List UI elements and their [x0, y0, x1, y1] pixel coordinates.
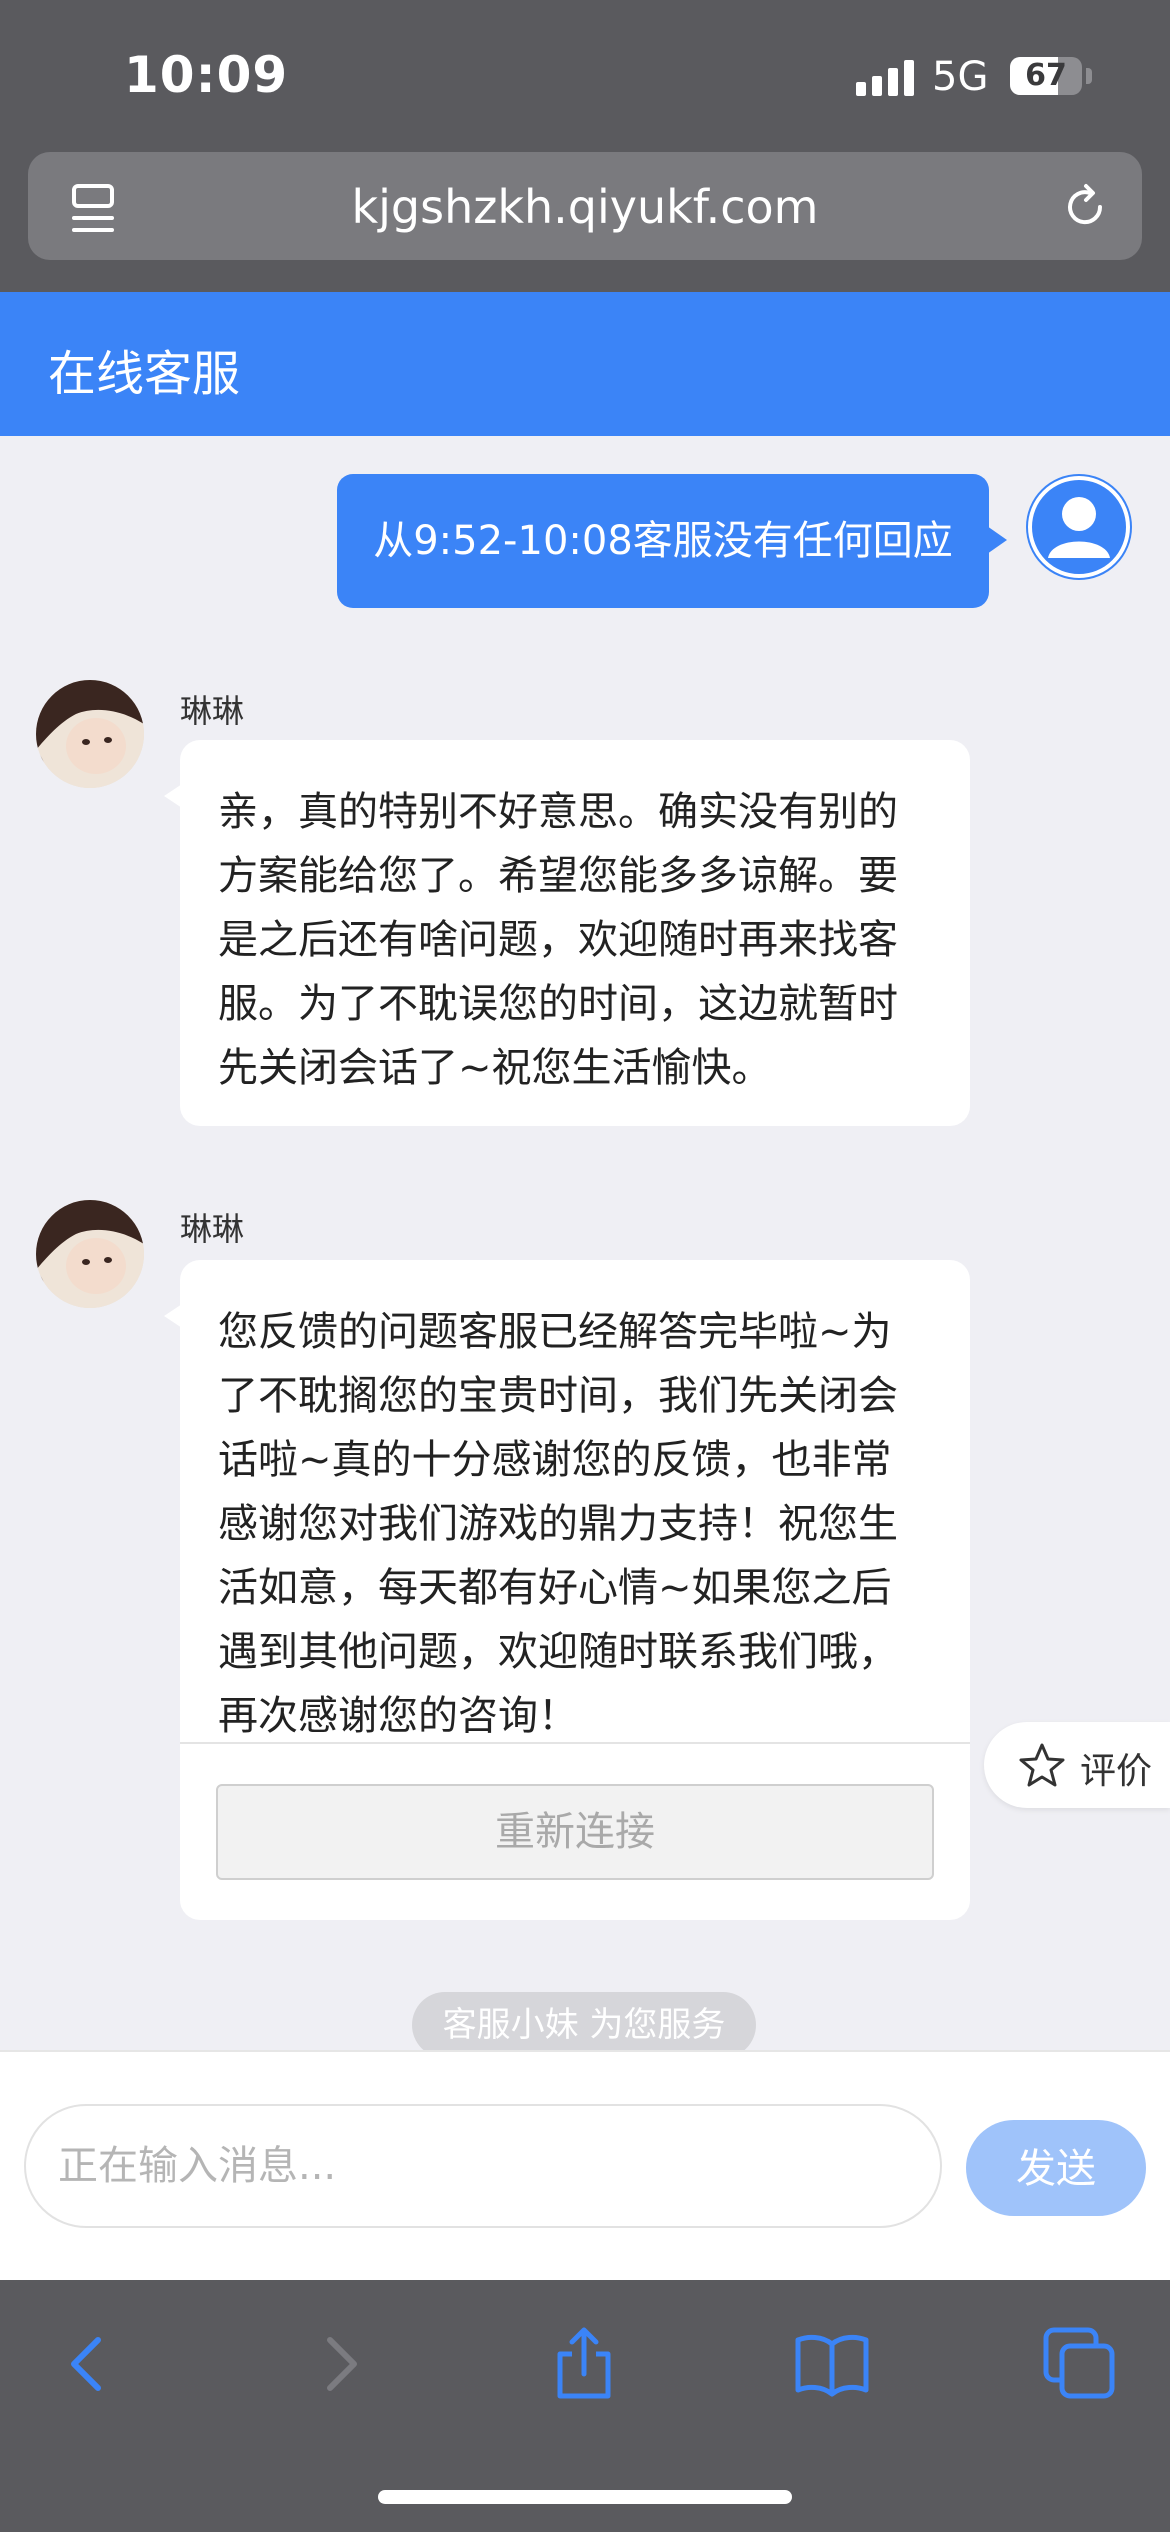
- url-text[interactable]: kjgshzkh.qiyukf.com: [28, 180, 1142, 234]
- user-message-bubble: 从9:52-10:08客服没有任何回应: [337, 474, 1007, 608]
- battery-icon: 67: [1010, 57, 1082, 95]
- message-line: 话啦~真的十分感谢您的反馈，也非常: [218, 1437, 892, 1483]
- chat-area[interactable]: 从9:52-10:08客服没有任何回应 琳琳 亲，真的特别不好意思。确实没有别的…: [0, 436, 1170, 2058]
- forward-icon[interactable]: [300, 2324, 380, 2404]
- rate-label: 评价: [1080, 1751, 1153, 1792]
- rate-button[interactable]: 评价: [984, 1722, 1170, 1808]
- composer: 发送: [0, 2050, 1170, 2280]
- browser-top-chrome: 10:09 5G 67 kjgshzkh.qiyukf.com: [0, 0, 1170, 292]
- message-line: 服。为了不耽误您的时间，这边就暂时: [218, 981, 898, 1027]
- bubble-divider: [180, 1742, 970, 1744]
- message-line: 感谢您对我们游戏的鼎力支持！祝您生: [218, 1501, 898, 1547]
- home-indicator: [378, 2490, 792, 2504]
- address-bar[interactable]: kjgshzkh.qiyukf.com: [28, 152, 1142, 260]
- reload-icon[interactable]: [1060, 182, 1110, 232]
- app-header: 在线客服: [0, 292, 1170, 436]
- agent-avatar: [36, 1200, 144, 1308]
- share-icon[interactable]: [544, 2324, 624, 2404]
- status-time: 10:09: [124, 46, 289, 104]
- message-line: 活如意，每天都有好心情~如果您之后: [218, 1565, 892, 1611]
- user-avatar-icon: [1026, 474, 1132, 580]
- message-line: 先关闭会话了~祝您生活愉快。: [218, 1045, 772, 1091]
- agent-message-bubble: 您反馈的问题客服已经解答完毕啦~为 了不耽搁您的宝贵时间，我们先关闭会 话啦~真…: [164, 1260, 970, 1920]
- message-input[interactable]: [24, 2104, 942, 2228]
- battery-percent: 67: [1025, 58, 1067, 93]
- agent-name: 琳琳: [180, 692, 245, 730]
- agent-message-bubble: 亲，真的特别不好意思。确实没有别的 方案能给您了。希望您能多多谅解。要 是之后还…: [164, 740, 970, 1126]
- back-icon[interactable]: [48, 2324, 128, 2404]
- message-line: 方案能给您了。希望您能多多谅解。要: [218, 853, 898, 899]
- tabs-icon[interactable]: [1040, 2324, 1120, 2404]
- agent-avatar: [36, 680, 144, 788]
- network-type: 5G: [932, 54, 989, 100]
- message-line: 遇到其他问题，欢迎随时联系我们哦，: [218, 1629, 898, 1675]
- bookmarks-icon[interactable]: [792, 2324, 872, 2404]
- service-banner: 客服小妹 为您服务: [412, 1992, 756, 2058]
- agent-name: 琳琳: [180, 1210, 245, 1248]
- message-line: 是之后还有啥问题，欢迎随时再来找客: [218, 917, 898, 963]
- star-icon: [1019, 1743, 1065, 1787]
- message-line: 了不耽搁您的宝贵时间，我们先关闭会: [218, 1373, 898, 1419]
- page-title: 在线客服: [48, 346, 241, 402]
- signal-icon: [856, 60, 916, 96]
- message-line: 您反馈的问题客服已经解答完毕啦~为: [218, 1309, 892, 1355]
- battery-tip: [1086, 68, 1092, 84]
- reconnect-button[interactable]: 重新连接: [216, 1784, 934, 1880]
- message-line: 再次感谢您的咨询！: [218, 1693, 578, 1739]
- message-line: 亲，真的特别不好意思。确实没有别的: [218, 789, 898, 835]
- send-button[interactable]: 发送: [966, 2120, 1146, 2216]
